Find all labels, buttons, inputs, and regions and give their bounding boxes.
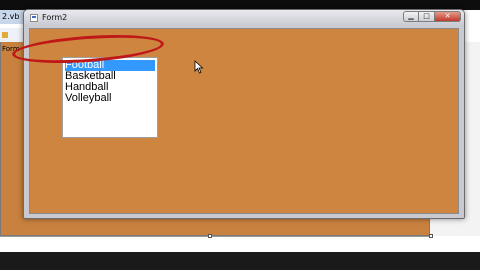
- sports-listbox[interactable]: Football Basketball Handball Volleyball: [62, 57, 158, 138]
- resize-handle-bottom[interactable]: [208, 234, 212, 238]
- minimize-button[interactable]: ▁: [403, 11, 419, 22]
- form-icon: [2, 32, 8, 38]
- close-button[interactable]: ✕: [435, 11, 461, 22]
- window-icon: [30, 14, 38, 22]
- window-title: Form2: [42, 13, 68, 22]
- designer-bottom-area: [0, 238, 480, 252]
- bottom-letterbox: [0, 252, 480, 270]
- designer-edge: [0, 236, 432, 237]
- maximize-button[interactable]: □: [419, 11, 435, 22]
- title-bar[interactable]: Form2 ▁ □ ✕: [24, 10, 464, 27]
- list-item-volleyball[interactable]: Volleyball: [65, 93, 155, 104]
- window-controls: ▁ □ ✕: [403, 11, 461, 23]
- resize-handle-corner[interactable]: [429, 234, 433, 238]
